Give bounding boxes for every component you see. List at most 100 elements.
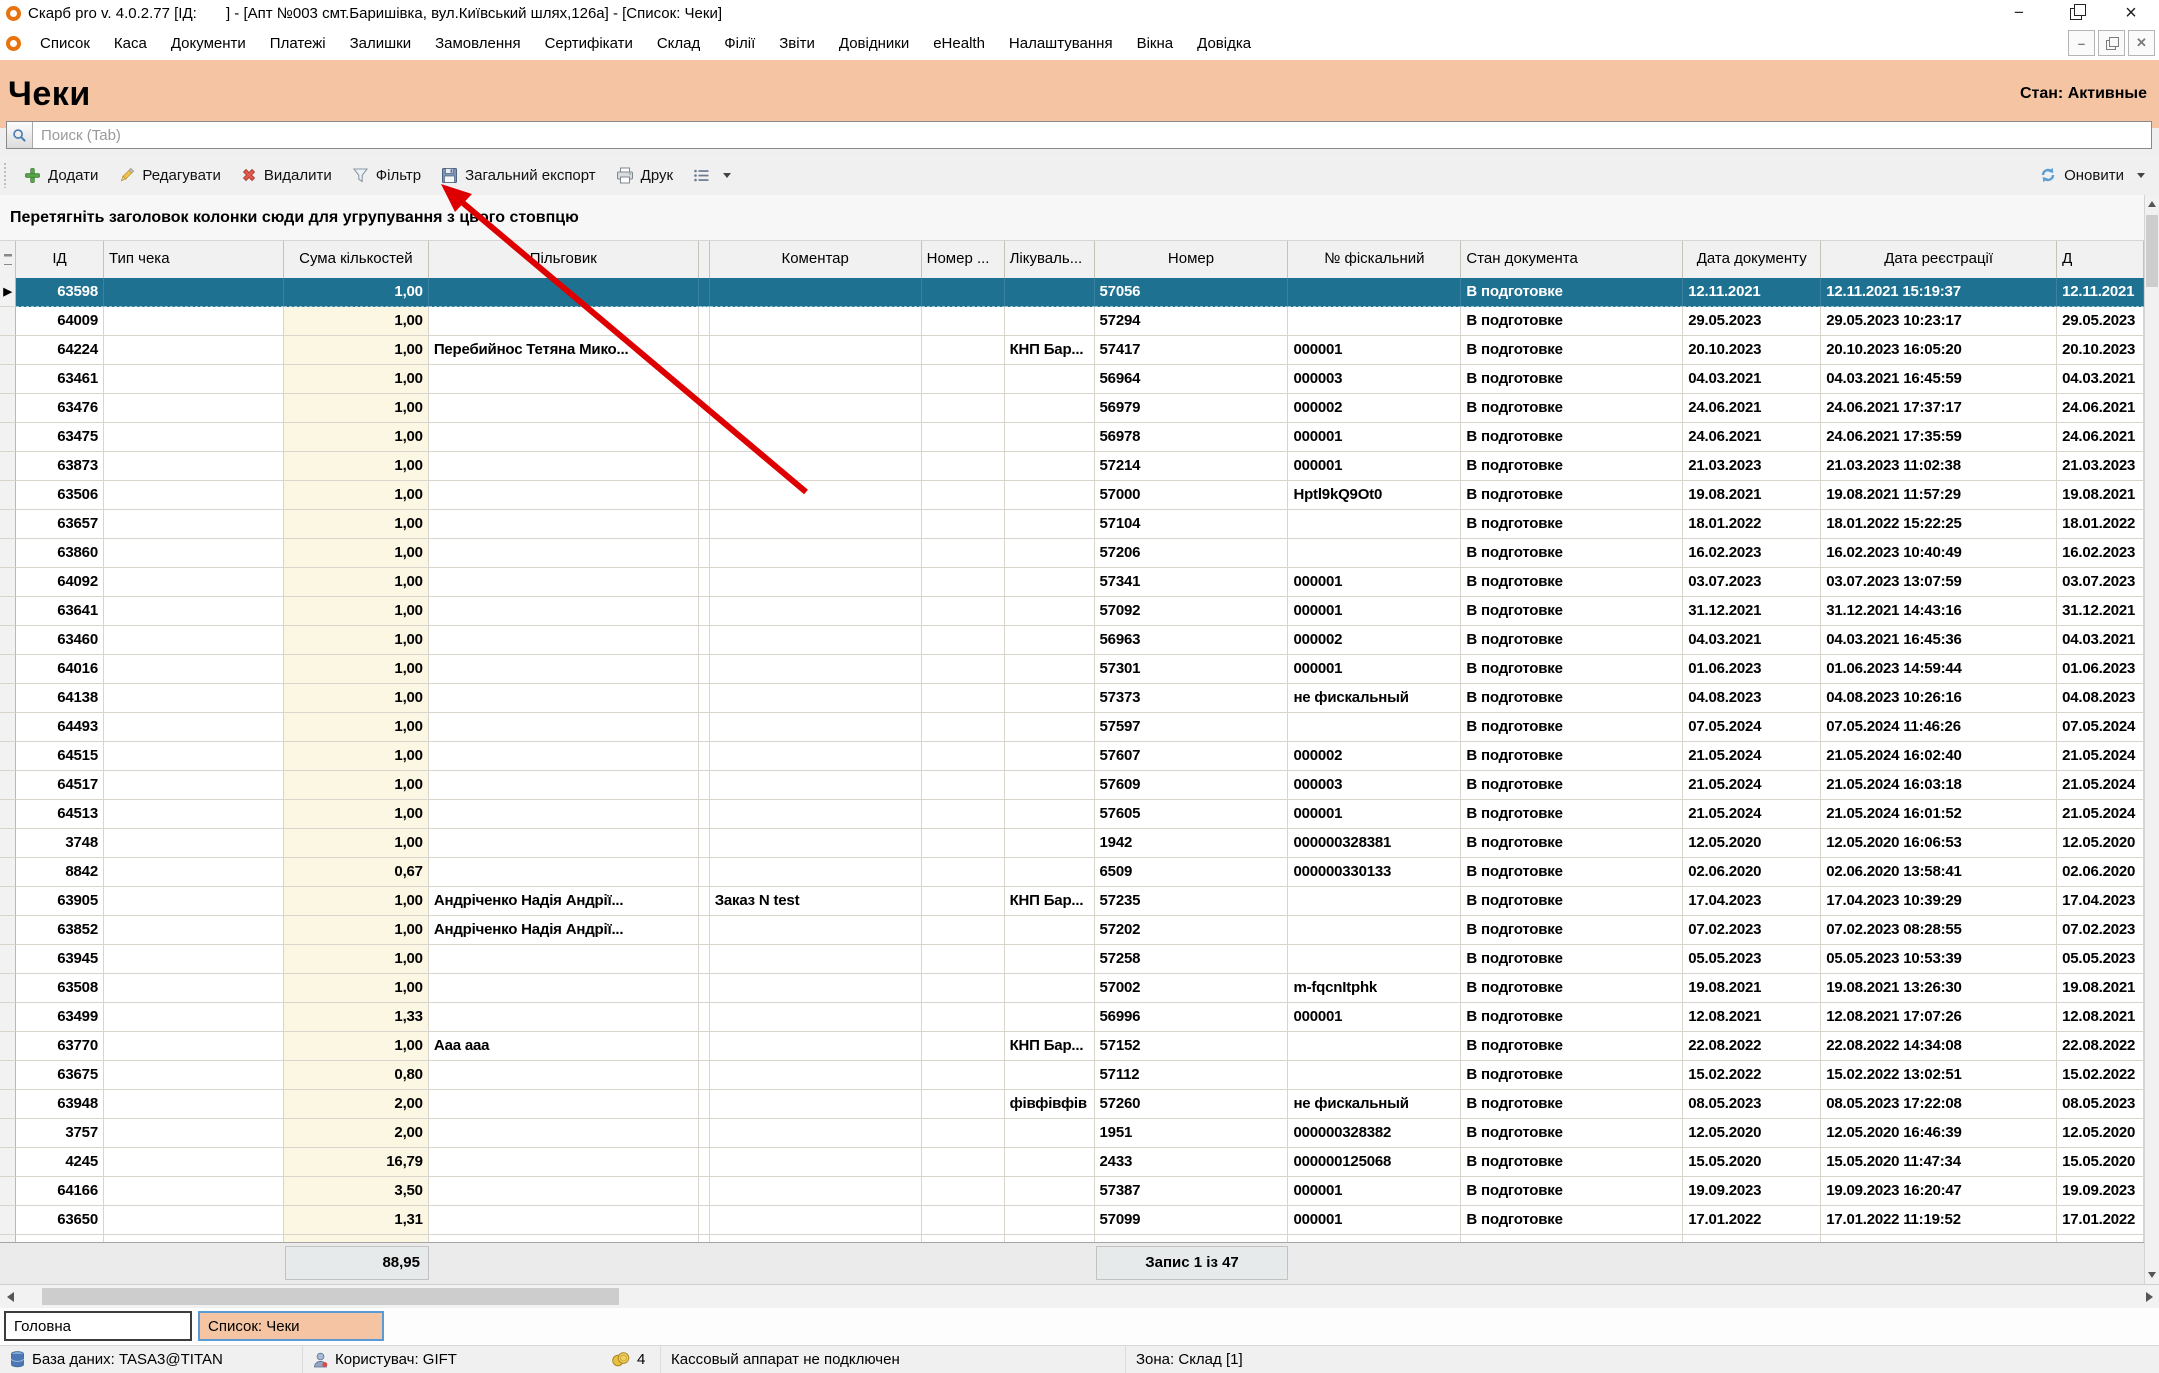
table-row[interactable]: 641663,5057387000001В подготовке19.09.20…: [0, 1177, 2144, 1206]
table-row[interactable]: 639451,0057258В подготовке05.05.202305.0…: [0, 945, 2144, 974]
mdi-close-button[interactable]: ✕: [2128, 30, 2155, 56]
table-row[interactable]: 637701,00Ааа аааКНП Бар...57152В подгото…: [0, 1032, 2144, 1061]
toolbar-grip[interactable]: [3, 162, 8, 188]
column-header-st[interactable]: Стан документа: [1461, 241, 1683, 279]
table-row[interactable]: 636750,8057112В подготовке15.02.202215.0…: [0, 1061, 2144, 1090]
column-header-dd[interactable]: Дата документу: [1683, 241, 1821, 279]
column-header-qty[interactable]: Сума кількостей: [284, 241, 429, 279]
menu-item-5[interactable]: Замовлення: [423, 27, 532, 60]
table-row[interactable]: 635061,0057000Hptl9kQ9Ot0В подготовке19.…: [0, 481, 2144, 510]
column-header-num[interactable]: Номер: [1095, 241, 1289, 279]
menu-item-8[interactable]: Філії: [712, 27, 767, 60]
table-row[interactable]: 424516,792433000000125068В подготовке15.…: [0, 1148, 2144, 1177]
column-header-med[interactable]: Лікуваль...: [1005, 241, 1095, 279]
menu-item-14[interactable]: Довідка: [1185, 27, 1263, 60]
table-row[interactable]: 636571,0057104В подготовке18.01.202218.0…: [0, 510, 2144, 539]
mdi-restore-button[interactable]: [2098, 30, 2125, 56]
menu-item-9[interactable]: Звіти: [767, 27, 827, 60]
menu-item-12[interactable]: Налаштування: [997, 27, 1125, 60]
menu-item-7[interactable]: Склад: [645, 27, 712, 60]
horizontal-scroll-thumb[interactable]: [42, 1288, 619, 1305]
vertical-scrollbar[interactable]: [2144, 195, 2159, 1284]
table-row[interactable]: 88420,676509000000330133В подготовке02.0…: [0, 858, 2144, 887]
table-body: ▶635981,0057056В подготовке12.11.202112.…: [0, 278, 2144, 1242]
menu-item-4[interactable]: Залишки: [338, 27, 424, 60]
cell-gutter: [0, 1061, 16, 1090]
filter-button[interactable]: Фільтр: [342, 160, 431, 190]
menu-item-11[interactable]: eHealth: [921, 27, 997, 60]
search-icon[interactable]: [7, 122, 33, 148]
table-row[interactable]: 634751,0056978000001В подготовке24.06.20…: [0, 423, 2144, 452]
menu-item-13[interactable]: Вікна: [1125, 27, 1186, 60]
table-row[interactable]: 644931,0057597В подготовке07.05.202407.0…: [0, 713, 2144, 742]
column-header-ben[interactable]: Пільговик: [429, 241, 699, 279]
cell-gutter: [0, 916, 16, 945]
groupby-bar[interactable]: Перетягніть заголовок колонки сюди для у…: [0, 195, 2144, 241]
table-row[interactable]: 636501,3157099000001В подготовке17.01.20…: [0, 1206, 2144, 1235]
table-row[interactable]: 645151,0057607000002В подготовке21.05.20…: [0, 742, 2144, 771]
table-row[interactable]: 642241,00Перебийнос Тетяна Мико...КНП Ба…: [0, 336, 2144, 365]
refresh-dropdown-icon[interactable]: [2137, 173, 2145, 178]
column-header-d[interactable]: Д: [2057, 241, 2144, 279]
edit-button[interactable]: Редагувати: [108, 160, 231, 190]
table-row[interactable]: 37481,001942000000328381В подготовке12.0…: [0, 829, 2144, 858]
column-header-num2[interactable]: Номер ...: [922, 241, 1005, 279]
table-row[interactable]: 634611,0056964000003В подготовке04.03.20…: [0, 365, 2144, 394]
column-header-dr[interactable]: Дата реєстрації: [1821, 241, 2057, 279]
tab-list-cheki[interactable]: Список: Чеки: [198, 1311, 384, 1341]
table-row[interactable]: 638521,00Андріченко Надія Андрії...57202…: [0, 916, 2144, 945]
table-row[interactable]: 640921,0057341000001В подготовке03.07.20…: [0, 568, 2144, 597]
table-row[interactable]: 638601,0057206В подготовке16.02.202316.0…: [0, 539, 2144, 568]
menu-item-3[interactable]: Платежі: [258, 27, 338, 60]
table-row[interactable]: 640161,0057301000001В подготовке01.06.20…: [0, 655, 2144, 684]
column-header-fis[interactable]: № фіскальний: [1288, 241, 1461, 279]
table-row[interactable]: 37572,001951000000328382В подготовке12.0…: [0, 1119, 2144, 1148]
vertical-scroll-thumb[interactable]: [2146, 215, 2158, 287]
delete-button[interactable]: Видалити: [231, 160, 342, 190]
table-row[interactable]: 645171,0057609000003В подготовке21.05.20…: [0, 771, 2144, 800]
export-button[interactable]: Загальний експорт: [431, 160, 606, 190]
table-row[interactable]: 634601,0056963000002В подготовке04.03.20…: [0, 626, 2144, 655]
table-row[interactable]: 645131,0057605000001В подготовке21.05.20…: [0, 800, 2144, 829]
close-button[interactable]: ×: [2103, 2, 2159, 25]
table-row[interactable]: 641381,0057373не фискальныйВ подготовке0…: [0, 684, 2144, 713]
column-header-id[interactable]: ІД: [16, 241, 104, 279]
plus-icon: [24, 167, 41, 184]
scroll-right-icon[interactable]: [2146, 1292, 2153, 1302]
table-row[interactable]: 635081,0057002m-fqcnItphkВ подготовке19.…: [0, 974, 2144, 1003]
column-header-narrow[interactable]: [699, 241, 710, 279]
menu-item-10[interactable]: Довідники: [827, 27, 921, 60]
table-row[interactable]: 636411,0057092000001В подготовке31.12.20…: [0, 597, 2144, 626]
add-button[interactable]: Додати: [14, 160, 108, 190]
refresh-button[interactable]: Оновити: [2029, 160, 2134, 190]
cell-num2: [922, 1177, 1005, 1206]
columns-button[interactable]: [683, 160, 720, 190]
horizontal-scrollbar[interactable]: [0, 1284, 2159, 1308]
columns-dropdown-icon[interactable]: [723, 173, 731, 178]
scroll-left-icon[interactable]: [7, 1292, 14, 1302]
menu-item-2[interactable]: Документи: [159, 27, 258, 60]
table-row[interactable]: 639051,00Андріченко Надія Андрії...Заказ…: [0, 887, 2144, 916]
column-header-com[interactable]: Коментар: [710, 241, 922, 279]
table-row[interactable]: 640091,0057294В подготовке29.05.202329.0…: [0, 307, 2144, 336]
scroll-down-icon[interactable]: [2148, 1272, 2156, 1278]
scroll-up-icon[interactable]: [2148, 201, 2156, 207]
print-button[interactable]: Друк: [606, 160, 683, 190]
tab-main[interactable]: Головна: [4, 1311, 192, 1341]
table-row-partial[interactable]: [0, 1235, 2144, 1242]
table-row[interactable]: 638731,0057214000001В подготовке21.03.20…: [0, 452, 2144, 481]
menu-item-6[interactable]: Сертифікати: [533, 27, 645, 60]
search-input[interactable]: [33, 122, 2151, 148]
mdi-minimize-button[interactable]: –: [2068, 30, 2095, 56]
minimize-button[interactable]: −: [1991, 3, 2047, 23]
cell-st: В подготовке: [1461, 1061, 1683, 1090]
menu-item-1[interactable]: Каса: [102, 27, 159, 60]
menu-item-0[interactable]: Список: [28, 27, 102, 60]
table-row[interactable]: 634991,3356996000001В подготовке12.08.20…: [0, 1003, 2144, 1032]
table-row[interactable]: 634761,0056979000002В подготовке24.06.20…: [0, 394, 2144, 423]
table-row[interactable]: 639482,00фівфівфів57260не фискальныйВ по…: [0, 1090, 2144, 1119]
restore-button[interactable]: [2047, 0, 2103, 26]
column-header-type[interactable]: Тип чека: [104, 241, 284, 279]
row-selector-header[interactable]: [0, 241, 16, 279]
table-row[interactable]: ▶635981,0057056В подготовке12.11.202112.…: [0, 278, 2144, 307]
